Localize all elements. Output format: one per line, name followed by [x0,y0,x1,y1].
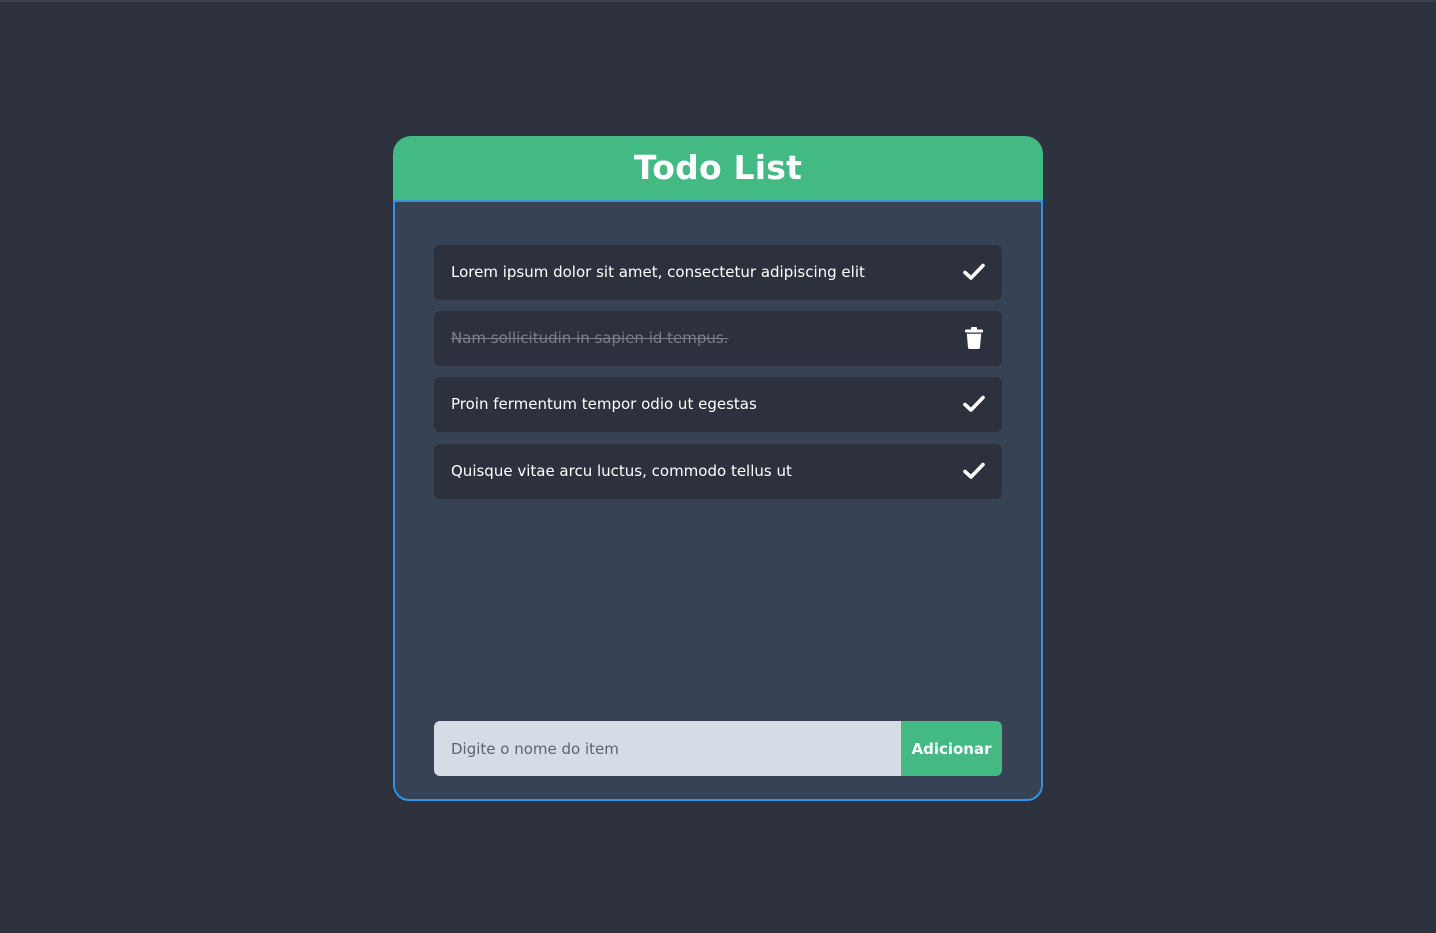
add-item-form: Adicionar [434,721,1002,776]
add-button[interactable]: Adicionar [901,721,1002,776]
todo-item-2: Nam sollicitudin in sapien id tempus. [434,311,1002,366]
todo-item-text: Nam sollicitudin in sapien id tempus. [451,329,729,347]
window-top-edge [0,0,1436,2]
page-title: Todo List [633,147,803,187]
item-name-input[interactable] [434,721,901,776]
todo-card: Todo List Lorem ipsum dolor sit amet, co… [393,136,1043,801]
check-icon[interactable] [961,259,987,285]
check-icon[interactable] [961,391,987,417]
todo-item-3: Proin fermentum tempor odio ut egestas [434,377,1002,432]
todo-item-text: Lorem ipsum dolor sit amet, consectetur … [451,263,865,281]
trash-icon[interactable] [961,325,987,351]
card-body: Lorem ipsum dolor sit amet, consectetur … [393,200,1043,801]
todo-item-4: Quisque vitae arcu luctus, commodo tellu… [434,444,1002,499]
todo-item-1: Lorem ipsum dolor sit amet, consectetur … [434,245,1002,300]
todo-item-text: Proin fermentum tempor odio ut egestas [451,395,757,413]
check-icon[interactable] [961,458,987,484]
card-header: Todo List [393,136,1043,200]
todo-item-text: Quisque vitae arcu luctus, commodo tellu… [451,462,792,480]
